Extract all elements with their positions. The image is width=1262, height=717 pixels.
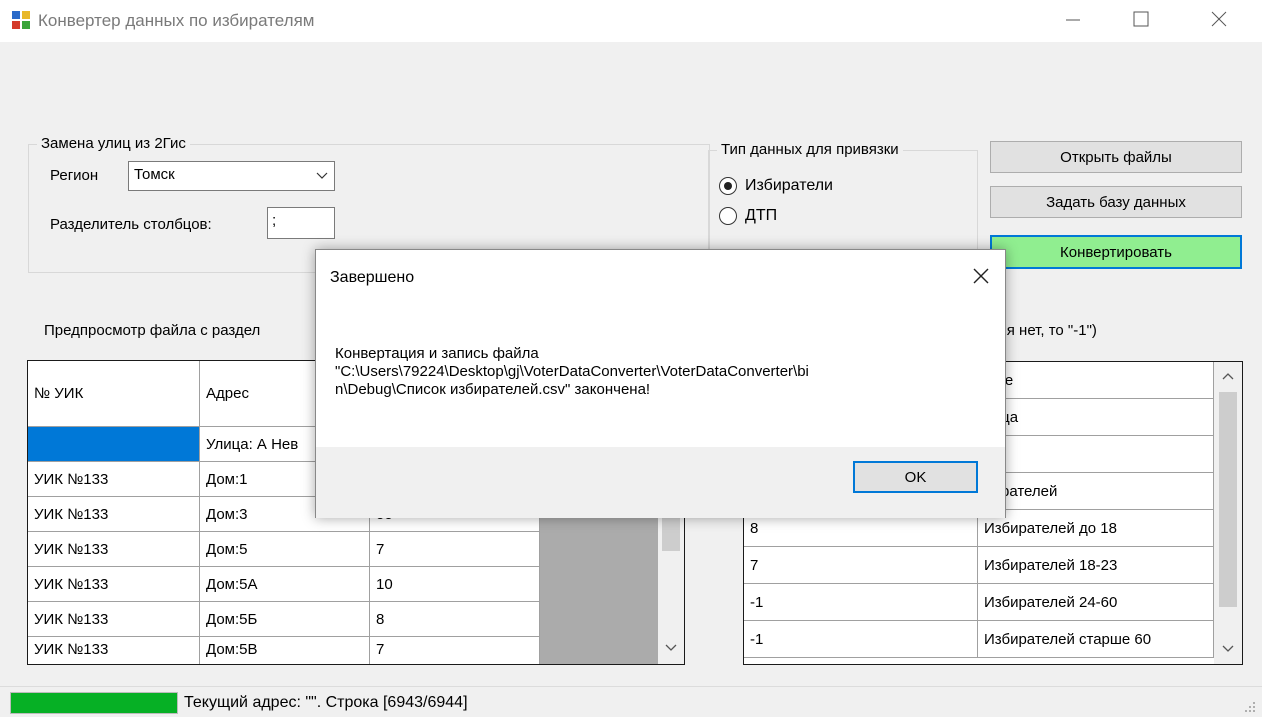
region-value: Томск [134, 166, 175, 183]
open-files-button[interactable]: Открыть файлы [990, 141, 1242, 173]
table-cell[interactable]: Избирателей старше 60 [978, 621, 1214, 658]
progress-fill [11, 693, 177, 713]
table-cell[interactable]: 7 [370, 532, 540, 567]
preview-header-uik[interactable]: № УИК [28, 361, 200, 427]
table-cell[interactable]: -1 [744, 584, 978, 621]
scroll-down-icon[interactable] [1222, 645, 1234, 653]
radio-checked-icon [719, 177, 737, 195]
progress-bar [10, 692, 178, 714]
convert-button[interactable]: Конвертировать [990, 235, 1242, 269]
separator-input[interactable]: ; [267, 207, 335, 239]
ok-button[interactable]: OK [853, 461, 978, 493]
mapping-scroll-thumb[interactable] [1219, 392, 1237, 607]
binding-type-groupbox: Тип данных для привязки [708, 141, 978, 255]
region-label: Регион [50, 167, 99, 184]
window-title: Конвертер данных по избирателям [38, 11, 315, 30]
table-cell[interactable]: Дом:5В [200, 637, 370, 664]
table-cell[interactable]: УИК №133 [28, 602, 200, 637]
table-cell[interactable] [28, 427, 200, 462]
completion-dialog: Завершено Конвертация и запись файла "C:… [315, 249, 1006, 518]
radio-voters[interactable]: Избиратели [719, 177, 833, 195]
table-cell[interactable]: 7 [744, 547, 978, 584]
table-cell[interactable]: УИК №133 [28, 462, 200, 497]
region-combobox[interactable]: Томск [128, 161, 335, 191]
table-cell[interactable]: УИК №133 [28, 567, 200, 602]
streets-group-legend: Замена улиц из 2Гис [37, 135, 190, 152]
chevron-down-icon [316, 172, 328, 179]
table-cell[interactable]: 8 [370, 602, 540, 637]
dialog-footer: OK [316, 447, 1005, 518]
table-cell[interactable]: бирателей [978, 473, 1214, 510]
status-bar: Текущий адрес: "". Строка [6943/6944] [0, 686, 1262, 717]
dialog-title: Завершено [330, 269, 415, 286]
status-text: Текущий адрес: "". Строка [6943/6944] [184, 694, 468, 711]
minimize-icon [1066, 19, 1080, 21]
main-window: Конвертер данных по избирателям Замена у… [0, 0, 1262, 717]
dialog-close-button[interactable] [969, 264, 993, 288]
table-cell[interactable]: Дом:5Б [200, 602, 370, 637]
table-cell[interactable]: Дом:5А [200, 567, 370, 602]
table-cell[interactable]: УИК №133 [28, 497, 200, 532]
scroll-down-icon[interactable] [665, 644, 677, 652]
separator-label: Разделитель столбцов: [50, 216, 212, 233]
radio-unchecked-icon [719, 207, 737, 225]
table-cell[interactable]: лица [978, 399, 1214, 436]
minimize-button[interactable] [1050, 0, 1096, 40]
dialog-message: Конвертация и запись файла "C:\Users\792… [335, 345, 809, 398]
maximize-button[interactable] [1118, 0, 1164, 40]
table-cell[interactable]: ом [978, 436, 1214, 473]
maximize-icon [1133, 11, 1149, 27]
resize-grip-icon[interactable] [1244, 701, 1256, 713]
scroll-up-icon[interactable] [1222, 372, 1234, 380]
binding-group-legend: Тип данных для привязки [717, 141, 903, 158]
table-cell[interactable]: -1 [744, 621, 978, 658]
mapping-vertical-scrollbar[interactable] [1214, 362, 1242, 664]
table-cell[interactable]: 10 [370, 567, 540, 602]
table-cell[interactable]: Избирателей 24-60 [978, 584, 1214, 621]
table-cell[interactable]: Избирателей до 18 [978, 510, 1214, 547]
mapping-hint: оля нет, то "-1") [990, 322, 1097, 339]
close-icon [973, 268, 989, 284]
table-cell[interactable]: УИК №133 [28, 532, 200, 567]
set-database-button[interactable]: Задать базу данных [990, 186, 1242, 218]
radio-voters-label: Избиратели [745, 177, 833, 194]
radio-dtp[interactable]: ДТП [719, 207, 777, 225]
app-icon [12, 11, 30, 29]
table-cell[interactable]: ame [978, 362, 1214, 399]
table-cell[interactable]: Дом:5 [200, 532, 370, 567]
table-cell[interactable]: Избирателей 18-23 [978, 547, 1214, 584]
preview-label: Предпросмотр файла с раздел [44, 322, 261, 339]
close-icon [1211, 11, 1227, 27]
close-window-button[interactable] [1196, 0, 1242, 40]
table-cell[interactable]: УИК №133 [28, 637, 200, 664]
table-cell[interactable]: 7 [370, 637, 540, 664]
title-bar: Конвертер данных по избирателям [0, 0, 1262, 42]
radio-dtp-label: ДТП [745, 207, 778, 224]
